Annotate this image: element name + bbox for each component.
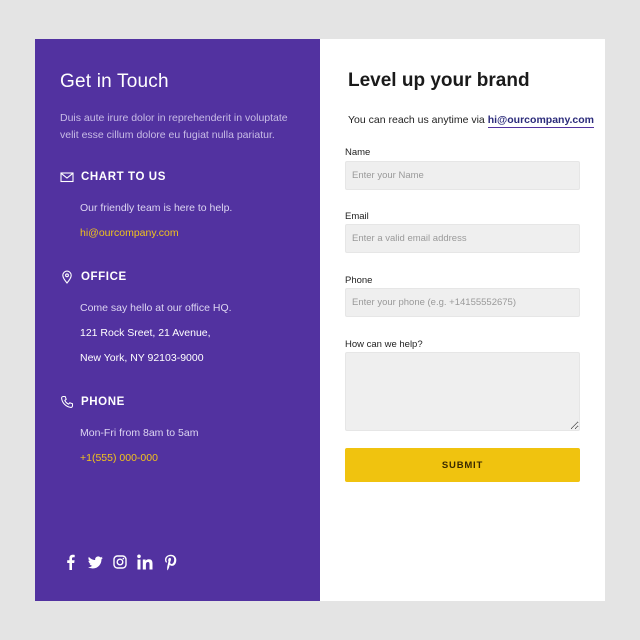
office-heading: OFFICE [81, 271, 127, 283]
office-section: OFFICE Come say hello at our office HQ. … [60, 269, 300, 364]
envelope-icon [60, 170, 74, 184]
contact-description: Duis aute irure dolor in reprehenderit i… [60, 112, 288, 141]
phone-label: Phone [345, 275, 373, 286]
contact-info-panel: Get in Touch Duis aute irure dolor in re… [35, 39, 320, 601]
phone-icon [60, 395, 74, 409]
name-input[interactable] [345, 161, 580, 190]
chat-heading: CHART TO US [81, 171, 166, 183]
phone-input[interactable] [345, 288, 580, 317]
email-input[interactable] [345, 224, 580, 253]
phone-number-link[interactable]: +1(555) 000-000 [80, 452, 158, 464]
submit-button[interactable]: SUBMIT [345, 448, 580, 482]
map-pin-icon [60, 270, 74, 284]
linkedin-icon[interactable] [137, 553, 153, 571]
office-text: Come say hello at our office HQ. [80, 302, 232, 314]
social-links [62, 553, 178, 571]
instagram-icon[interactable] [112, 553, 128, 571]
reach-text: You can reach us anytime via hi@ourcompa… [348, 114, 595, 128]
name-label: Name [345, 147, 371, 158]
contact-form-panel: Level up your brand You can reach us any… [320, 39, 605, 601]
message-label: How can we help? [345, 339, 423, 350]
office-address-line1: 121 Rock Sreet, 21 Avenue, [80, 327, 211, 339]
pinterest-icon[interactable] [162, 553, 178, 571]
message-textarea[interactable] [345, 352, 580, 431]
chat-text: Our friendly team is here to help. [80, 202, 233, 214]
form-title: Level up your brand [348, 70, 530, 91]
chat-email-link[interactable]: hi@ourcompany.com [80, 227, 179, 239]
twitter-icon[interactable] [87, 553, 103, 571]
email-label: Email [345, 211, 369, 222]
contact-card: Get in Touch Duis aute irure dolor in re… [35, 39, 605, 601]
facebook-icon[interactable] [62, 553, 78, 571]
phone-section: PHONE Mon-Fri from 8am to 5am +1(555) 00… [60, 394, 300, 464]
phone-hours: Mon-Fri from 8am to 5am [80, 427, 199, 439]
contact-title: Get in Touch [60, 71, 169, 92]
phone-heading: PHONE [81, 396, 125, 408]
office-address-line2: New York, NY 92103-9000 [80, 352, 204, 364]
reach-email-link[interactable]: hi@ourcompany.com [487, 114, 595, 128]
reach-prefix: You can reach us anytime via [348, 114, 488, 126]
chat-section: CHART TO US Our friendly team is here to… [60, 169, 300, 239]
